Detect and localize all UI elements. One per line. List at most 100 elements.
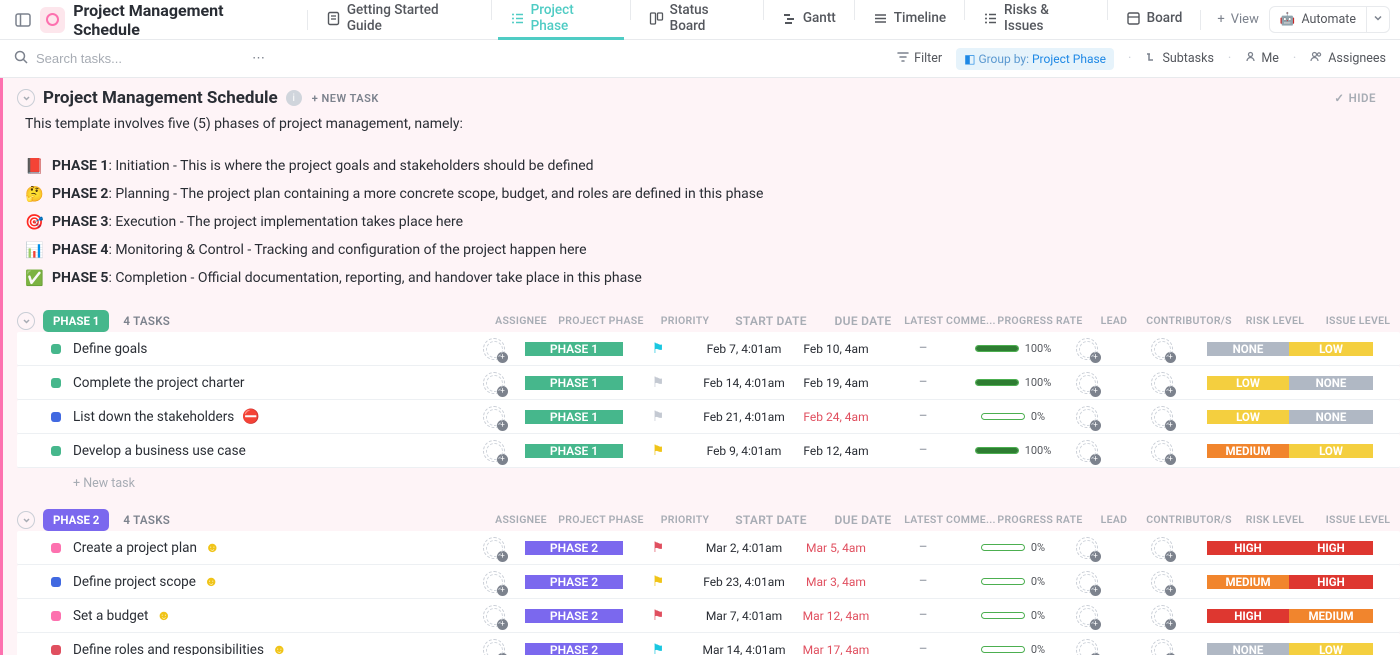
task-row[interactable]: Define roles and responsibilities ☻ + PHAS… <box>17 633 1400 655</box>
task-name[interactable]: Set a budget ☻ <box>73 607 463 624</box>
comment-cell[interactable]: – <box>877 375 969 390</box>
column-header[interactable]: PROGRESS RATE <box>996 314 1084 328</box>
avatar-placeholder[interactable]: + <box>1151 605 1173 627</box>
lead-cell[interactable]: + <box>1057 639 1117 655</box>
column-header[interactable]: DUE DATE <box>822 314 904 328</box>
phase-cell[interactable]: PHASE 1 <box>525 410 623 424</box>
avatar-placeholder[interactable]: + <box>483 571 505 593</box>
contributors-cell[interactable]: + <box>1117 372 1207 394</box>
assignees-button[interactable]: Assignees <box>1310 51 1386 66</box>
task-name[interactable]: Complete the project charter <box>73 375 463 391</box>
assignee-cell[interactable]: + <box>463 571 525 593</box>
subtasks-button[interactable]: Subtasks <box>1145 51 1213 67</box>
avatar-placeholder[interactable]: + <box>1076 406 1098 428</box>
avatar-placeholder[interactable]: + <box>483 639 505 655</box>
avatar-placeholder[interactable]: + <box>1151 338 1173 360</box>
assignee-cell[interactable]: + <box>463 406 525 428</box>
status-square[interactable] <box>51 543 61 553</box>
tab-risks-issues[interactable]: Risks & Issues <box>971 0 1101 40</box>
assignee-cell[interactable]: + <box>463 372 525 394</box>
due-date-cell[interactable]: Feb 19, 4am <box>795 376 877 390</box>
new-task-button[interactable]: + NEW TASK <box>312 92 379 105</box>
task-row[interactable]: Define goals+PHASE 1⚑Feb 7, 4:01amFeb 10… <box>17 332 1400 366</box>
task-name[interactable]: Define roles and responsibilities ☻ <box>73 641 463 655</box>
avatar-placeholder[interactable]: + <box>1076 372 1098 394</box>
risk-cell[interactable]: LOW <box>1207 376 1289 390</box>
comment-cell[interactable]: – <box>877 642 969 655</box>
sidebar-toggle-icon[interactable] <box>10 7 36 33</box>
group-badge[interactable]: PHASE 2 <box>43 509 109 531</box>
phase-cell[interactable]: PHASE 2 <box>525 643 623 655</box>
progress-cell[interactable]: 0% <box>969 643 1057 655</box>
issue-cell[interactable]: HIGH <box>1289 575 1373 589</box>
due-date-cell[interactable]: Mar 17, 4am <box>795 643 877 655</box>
status-square[interactable] <box>51 344 61 354</box>
comment-cell[interactable]: – <box>877 574 969 589</box>
status-square[interactable] <box>51 446 61 456</box>
column-header[interactable]: LATEST COMME... <box>904 513 996 527</box>
status-square[interactable] <box>51 378 61 388</box>
phase-cell[interactable]: PHASE 2 <box>525 575 623 589</box>
new-task-button[interactable]: + New task <box>17 468 1400 491</box>
column-header[interactable]: ASSIGNEE <box>490 513 552 527</box>
column-header[interactable]: PROJECT PHASE <box>552 513 650 527</box>
lead-cell[interactable]: + <box>1057 537 1117 559</box>
tab-project-phase[interactable]: Project Phase <box>498 0 624 40</box>
add-view-button[interactable]: + View <box>1207 8 1269 31</box>
issue-cell[interactable]: LOW <box>1289 444 1373 458</box>
avatar-placeholder[interactable]: + <box>483 372 505 394</box>
column-header[interactable]: PRIORITY <box>650 314 720 328</box>
column-header[interactable]: CONTRIBUTOR/S <box>1144 513 1234 527</box>
column-header[interactable]: PROGRESS RATE <box>996 513 1084 527</box>
risk-cell[interactable]: LOW <box>1207 410 1289 424</box>
more-options-button[interactable]: ⋯ <box>246 49 271 68</box>
comment-cell[interactable]: – <box>877 608 969 623</box>
contributors-cell[interactable]: + <box>1117 605 1207 627</box>
priority-cell[interactable]: ⚑ <box>623 375 693 391</box>
avatar-placeholder[interactable]: + <box>1151 406 1173 428</box>
lead-cell[interactable]: + <box>1057 571 1117 593</box>
status-square[interactable] <box>51 645 61 655</box>
column-header[interactable]: ASSIGNEE <box>490 314 552 328</box>
contributors-cell[interactable]: + <box>1117 338 1207 360</box>
column-header[interactable]: LEAD <box>1084 513 1144 527</box>
contributors-cell[interactable]: + <box>1117 537 1207 559</box>
avatar-placeholder[interactable]: + <box>1076 440 1098 462</box>
task-row[interactable]: Develop a business use case+PHASE 1⚑Feb … <box>17 434 1400 468</box>
column-header[interactable]: ISSUE LEVEL <box>1316 513 1400 527</box>
task-row[interactable]: Set a budget ☻+PHASE 2⚑Mar 7, 4:01amMar … <box>17 599 1400 633</box>
status-square[interactable] <box>51 611 61 621</box>
tab-getting-started-guide[interactable]: Getting Started Guide <box>314 0 485 40</box>
progress-cell[interactable]: 0% <box>969 575 1057 588</box>
avatar-placeholder[interactable]: + <box>1076 571 1098 593</box>
avatar-placeholder[interactable]: + <box>1151 571 1173 593</box>
start-date-cell[interactable]: Feb 7, 4:01am <box>693 342 795 356</box>
avatar-placeholder[interactable]: + <box>483 537 505 559</box>
task-row[interactable]: Create a project plan ☻+PHASE 2⚑Mar 2, 4… <box>17 531 1400 565</box>
hide-button[interactable]: ✓ HIDE <box>1334 91 1376 105</box>
group-badge[interactable]: PHASE 1 <box>43 310 109 332</box>
avatar-placeholder[interactable]: + <box>1151 639 1173 655</box>
task-row[interactable]: List down the stakeholders ⛔+PHASE 1⚑Feb… <box>17 400 1400 434</box>
tab-status-board[interactable]: Status Board <box>637 0 757 40</box>
column-header[interactable]: START DATE <box>720 314 822 328</box>
collapse-all-button[interactable] <box>17 89 35 107</box>
avatar-placeholder[interactable]: + <box>483 338 505 360</box>
start-date-cell[interactable]: Mar 14, 4:01am <box>693 643 795 655</box>
automate-caret[interactable] <box>1366 7 1389 32</box>
due-date-cell[interactable]: Mar 3, 4am <box>795 575 877 589</box>
avatar-placeholder[interactable]: + <box>483 406 505 428</box>
assignee-cell[interactable]: + <box>463 537 525 559</box>
lead-cell[interactable]: + <box>1057 338 1117 360</box>
due-date-cell[interactable]: Feb 12, 4am <box>795 444 877 458</box>
progress-cell[interactable]: 100% <box>969 444 1057 457</box>
column-header[interactable]: ISSUE LEVEL <box>1316 314 1400 328</box>
assignee-cell[interactable]: + <box>463 338 525 360</box>
avatar-placeholder[interactable]: + <box>1151 440 1173 462</box>
assignee-cell[interactable]: + <box>463 639 525 655</box>
risk-cell[interactable]: NONE <box>1207 342 1289 356</box>
risk-cell[interactable]: MEDIUM <box>1207 575 1289 589</box>
issue-cell[interactable]: NONE <box>1289 376 1373 390</box>
progress-cell[interactable]: 0% <box>969 541 1057 554</box>
status-square[interactable] <box>51 412 61 422</box>
